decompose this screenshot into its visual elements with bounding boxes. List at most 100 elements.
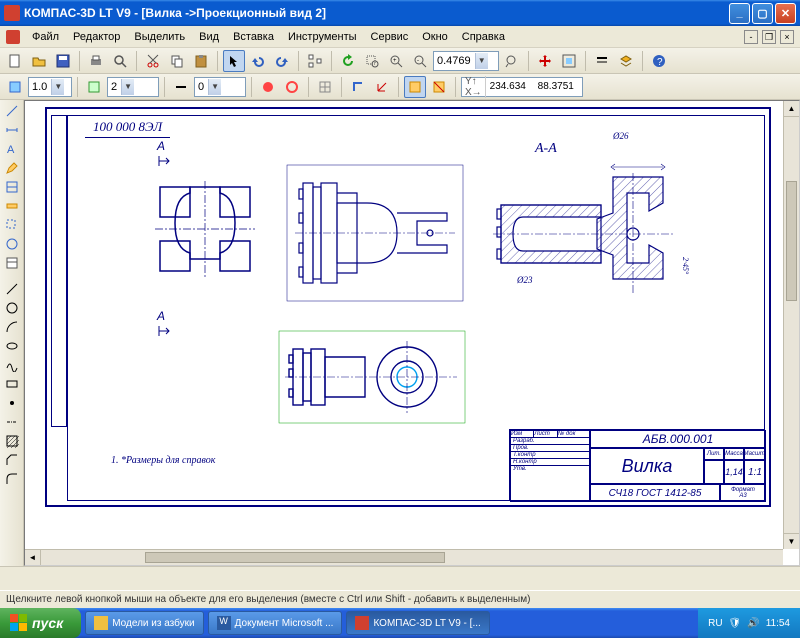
preview-button[interactable]	[109, 50, 131, 72]
spline-tool[interactable]	[2, 356, 22, 374]
toggle-a[interactable]	[404, 76, 426, 98]
print-button[interactable]	[85, 50, 107, 72]
hatch-tool[interactable]	[2, 432, 22, 450]
style-value: 0	[198, 81, 204, 93]
style-combo[interactable]: 0▼	[194, 77, 246, 97]
menu-window[interactable]: Окно	[416, 29, 454, 45]
tb-scale: 1:1	[744, 460, 766, 484]
dim-tool[interactable]	[2, 121, 22, 139]
point-tool[interactable]	[2, 394, 22, 412]
menu-file[interactable]: Файл	[26, 29, 65, 45]
drawing-canvas[interactable]: 100 000 8ЭЛ А А	[24, 100, 800, 566]
edit-tool[interactable]	[2, 159, 22, 177]
pan-button[interactable]	[534, 50, 556, 72]
tb-material: СЧ18 ГОСТ 1412-85	[590, 484, 720, 502]
doc-icon	[6, 30, 20, 44]
chamfer-tool[interactable]	[2, 451, 22, 469]
menu-editor[interactable]: Редактор	[67, 29, 126, 45]
start-button[interactable]: пуск	[0, 608, 81, 638]
state-button[interactable]	[4, 76, 26, 98]
thicklines-button[interactable]	[591, 50, 613, 72]
zoom-combo[interactable]: 0.4769▼	[433, 51, 499, 71]
snap-mid-button[interactable]	[281, 76, 303, 98]
front-view	[145, 169, 265, 289]
ortho-button[interactable]	[347, 76, 369, 98]
zoom-window-button[interactable]	[361, 50, 383, 72]
open-button[interactable]	[28, 50, 50, 72]
menu-view[interactable]: Вид	[193, 29, 225, 45]
assoc-tool[interactable]	[2, 235, 22, 253]
menu-insert[interactable]: Вставка	[227, 29, 280, 45]
menu-select[interactable]: Выделить	[128, 29, 191, 45]
spec-tool[interactable]	[2, 254, 22, 272]
copy-button[interactable]	[166, 50, 188, 72]
line-tool[interactable]	[2, 280, 22, 298]
circle-tool[interactable]	[2, 299, 22, 317]
title-block: ИзмЛист№ док Разраб. Пров. Т.контр Н.кон…	[509, 429, 765, 501]
mdi-close[interactable]: ×	[780, 30, 794, 44]
param-tool[interactable]	[2, 178, 22, 196]
zoom-out-button[interactable]: -	[409, 50, 431, 72]
measure-tool[interactable]	[2, 197, 22, 215]
mdi-restore[interactable]: ❐	[762, 30, 776, 44]
paste-button[interactable]	[190, 50, 212, 72]
zoom-prev-button[interactable]	[501, 50, 523, 72]
style-button[interactable]	[170, 76, 192, 98]
arc-tool[interactable]	[2, 318, 22, 336]
h-scrollbar[interactable]: ◄ ►	[25, 549, 783, 565]
menu-service[interactable]: Сервис	[365, 29, 415, 45]
tray-lang[interactable]: RU	[708, 618, 722, 629]
mdi-minimize[interactable]: -	[744, 30, 758, 44]
label-tool[interactable]: A	[2, 140, 22, 158]
zoom-in-button[interactable]: +	[385, 50, 407, 72]
section-marker-top: А	[157, 139, 173, 168]
help-button[interactable]: ?	[648, 50, 670, 72]
section-view	[483, 159, 683, 309]
menu-tools[interactable]: Инструменты	[282, 29, 363, 45]
scale-combo[interactable]: 1.0▼	[28, 77, 72, 97]
layer-state-button[interactable]	[83, 76, 105, 98]
coord-display: Y↑X→ 234.634 88.3751	[461, 77, 583, 97]
tree-button[interactable]	[304, 50, 326, 72]
layers-button[interactable]	[615, 50, 637, 72]
status-bar: Щелкните левой кнопкой мыши на объекте д…	[0, 590, 800, 608]
tray-icon-1[interactable]: 🛡	[729, 618, 742, 629]
fillet-tool[interactable]	[2, 470, 22, 488]
snap-end-button[interactable]	[257, 76, 279, 98]
close-button[interactable]: ✕	[775, 3, 796, 24]
cut-button[interactable]	[142, 50, 164, 72]
rect-tool[interactable]	[2, 375, 22, 393]
maximize-button[interactable]: ▢	[752, 3, 773, 24]
task-word[interactable]: WДокумент Microsoft ...	[208, 611, 343, 635]
coord-xy-label: Y↑X→	[462, 76, 486, 98]
coord-y: 88.3751	[534, 81, 582, 92]
app-icon	[4, 5, 20, 21]
select-tool[interactable]	[2, 216, 22, 234]
tray-clock[interactable]: 11:54	[766, 618, 790, 629]
task-kompas[interactable]: КОМПАС-3D LT V9 - [...	[346, 611, 489, 635]
work-area: A 100 000 8ЭЛ	[0, 100, 800, 566]
undo-button[interactable]	[247, 50, 269, 72]
layer-value: 2	[111, 81, 117, 93]
axis-tool[interactable]	[2, 413, 22, 431]
task-models[interactable]: Модели из азбуки	[85, 611, 203, 635]
layer-combo[interactable]: 2▼	[107, 77, 159, 97]
tray-icon-2[interactable]: 🔊	[747, 618, 759, 629]
svg-text:?: ?	[657, 57, 663, 68]
grid-button[interactable]	[314, 76, 336, 98]
toggle-b[interactable]	[428, 76, 450, 98]
save-button[interactable]	[52, 50, 74, 72]
cursor-button[interactable]	[223, 50, 245, 72]
binding-strip	[51, 115, 67, 427]
geom-tool[interactable]	[2, 102, 22, 120]
ucs-button[interactable]	[371, 76, 393, 98]
menu-help[interactable]: Справка	[456, 29, 511, 45]
new-button[interactable]	[4, 50, 26, 72]
refresh-button[interactable]	[337, 50, 359, 72]
redo-button[interactable]	[271, 50, 293, 72]
ellipse-tool[interactable]	[2, 337, 22, 355]
zoom-all-button[interactable]	[558, 50, 580, 72]
v-scrollbar[interactable]: ▲ ▼	[783, 101, 799, 549]
minimize-button[interactable]: _	[729, 3, 750, 24]
system-tray[interactable]: RU 🛡 🔊 11:54	[698, 608, 800, 638]
